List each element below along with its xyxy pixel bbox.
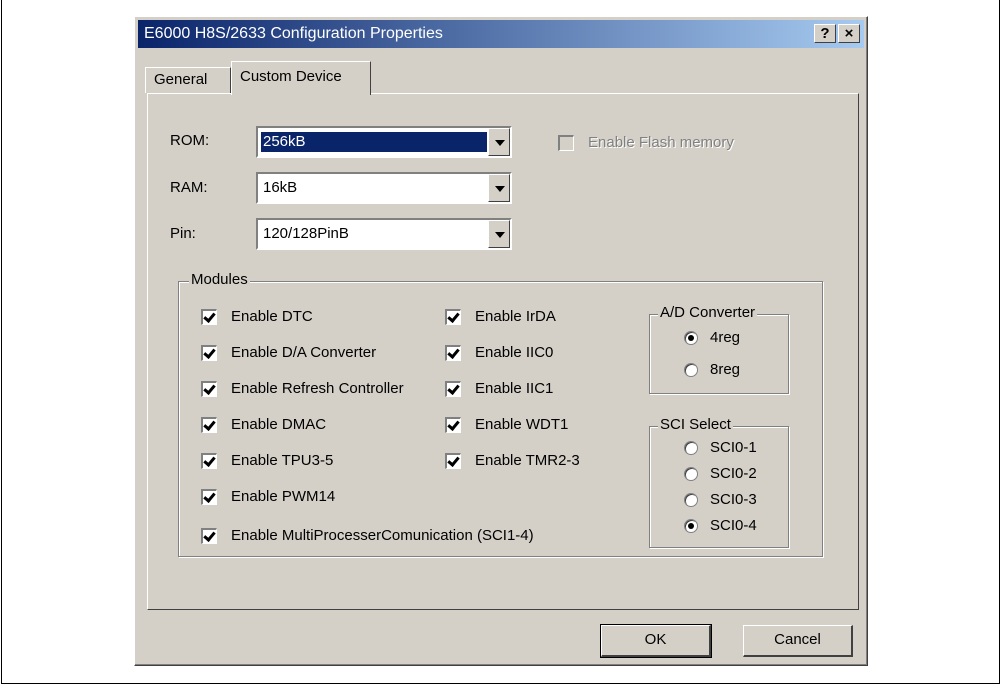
- sci01-label: SCI0-1: [710, 439, 757, 456]
- modules-group: Modules Enable DTC Enable D/A Converter …: [178, 271, 823, 557]
- ad-converter-title: A/D Converter: [658, 304, 758, 321]
- ad-4reg-label: 4reg: [710, 329, 741, 346]
- close-button[interactable]: ×: [838, 24, 860, 43]
- radio-selected-icon: [684, 330, 698, 345]
- refresh-controller-checkbox[interactable]: Enable Refresh Controller: [201, 380, 404, 397]
- iic0-label: Enable IIC0: [475, 344, 554, 361]
- da-label: Enable D/A Converter: [231, 344, 377, 361]
- pin-dropdown-arrow-icon[interactable]: [488, 220, 510, 248]
- sci04-label: SCI0-4: [710, 517, 757, 534]
- sci-select-group: SCI Select SCI0-1 SCI0-2 SCI0-3 SCI0-4: [649, 416, 789, 548]
- irda-checkbox[interactable]: Enable IrDA: [445, 308, 556, 325]
- dmac-check-icon: [201, 416, 217, 433]
- pin-label: Pin:: [170, 225, 196, 242]
- dtc-checkbox[interactable]: Enable DTC: [201, 308, 313, 325]
- cancel-button[interactable]: Cancel: [743, 625, 853, 657]
- sci03-radio[interactable]: SCI0-3: [684, 491, 757, 508]
- ad-converter-group: A/D Converter 4reg 8reg: [649, 304, 789, 394]
- pwm-check-icon: [201, 488, 217, 505]
- modules-title: Modules: [189, 271, 250, 288]
- irda-check-icon: [445, 308, 461, 325]
- tmr-check-icon: [445, 452, 461, 469]
- flash-label: Enable Flash memory: [588, 134, 734, 151]
- sci-select-title: SCI Select: [658, 416, 733, 433]
- tab-general[interactable]: General: [145, 67, 231, 93]
- pin-select[interactable]: 120/128PinB: [256, 218, 512, 250]
- ad-4reg-radio[interactable]: 4reg: [684, 329, 740, 346]
- pwm-label: Enable PWM14: [231, 488, 336, 505]
- da-converter-checkbox[interactable]: Enable D/A Converter: [201, 344, 376, 361]
- title-bar: E6000 H8S/2633 Configuration Properties …: [138, 20, 864, 48]
- sci02-label: SCI0-2: [710, 465, 757, 482]
- ad-8reg-label: 8reg: [710, 361, 741, 378]
- tpu-check-icon: [201, 452, 217, 469]
- multiprocessor-check-icon: [201, 527, 217, 544]
- radio-unselected-icon: [684, 466, 698, 481]
- flash-checkbox-box: [558, 134, 574, 151]
- multiprocessor-label: Enable MultiProcesserComunication (SCI1-…: [231, 527, 534, 544]
- iic1-label: Enable IIC1: [475, 380, 554, 397]
- tpu-checkbox[interactable]: Enable TPU3-5: [201, 452, 333, 469]
- sci01-radio[interactable]: SCI0-1: [684, 439, 757, 456]
- pwm-checkbox[interactable]: Enable PWM14: [201, 488, 335, 505]
- radio-unselected-icon: [684, 440, 698, 455]
- refresh-check-icon: [201, 380, 217, 397]
- rom-label: ROM:: [170, 132, 210, 149]
- sci02-radio[interactable]: SCI0-2: [684, 465, 757, 482]
- tmr-label: Enable TMR2-3: [475, 452, 580, 469]
- tab-panel: ROM: 256kB RAM: 16kB Pin: 120/128PinB En…: [147, 93, 859, 610]
- wdt1-check-icon: [445, 416, 461, 433]
- help-button[interactable]: ?: [814, 24, 836, 43]
- dtc-check-icon: [201, 308, 217, 325]
- iic1-check-icon: [445, 380, 461, 397]
- radio-selected-icon: [684, 518, 698, 533]
- window-title: E6000 H8S/2633 Configuration Properties: [144, 25, 443, 42]
- sci03-label: SCI0-3: [710, 491, 757, 508]
- da-check-icon: [201, 344, 217, 361]
- properties-dialog: E6000 H8S/2633 Configuration Properties …: [134, 16, 868, 666]
- wdt1-checkbox[interactable]: Enable WDT1: [445, 416, 568, 433]
- iic0-checkbox[interactable]: Enable IIC0: [445, 344, 553, 361]
- tmr-checkbox[interactable]: Enable TMR2-3: [445, 452, 580, 469]
- sci04-radio[interactable]: SCI0-4: [684, 517, 757, 534]
- ok-button[interactable]: OK: [600, 624, 712, 658]
- wdt1-label: Enable WDT1: [475, 416, 569, 433]
- ram-value: 16kB: [263, 179, 298, 196]
- ram-label: RAM:: [170, 179, 208, 196]
- rom-dropdown-arrow-icon[interactable]: [488, 128, 510, 156]
- pin-value: 120/128PinB: [263, 225, 349, 242]
- ram-dropdown-arrow-icon[interactable]: [488, 174, 510, 202]
- radio-unselected-icon: [684, 492, 698, 507]
- dmac-checkbox[interactable]: Enable DMAC: [201, 416, 326, 433]
- iic0-check-icon: [445, 344, 461, 361]
- dtc-label: Enable DTC: [231, 308, 313, 325]
- irda-label: Enable IrDA: [475, 308, 556, 325]
- refresh-label: Enable Refresh Controller: [231, 380, 404, 397]
- rom-select[interactable]: 256kB: [256, 126, 512, 158]
- dmac-label: Enable DMAC: [231, 416, 327, 433]
- iic1-checkbox[interactable]: Enable IIC1: [445, 380, 553, 397]
- ram-select[interactable]: 16kB: [256, 172, 512, 204]
- ad-8reg-radio[interactable]: 8reg: [684, 361, 740, 378]
- tpu-label: Enable TPU3-5: [231, 452, 334, 469]
- flash-checkbox[interactable]: Enable Flash memory: [558, 134, 734, 151]
- rom-value: 256kB: [261, 132, 487, 152]
- radio-unselected-icon: [684, 362, 698, 377]
- multiprocessor-checkbox[interactable]: Enable MultiProcesserComunication (SCI1-…: [201, 527, 534, 544]
- tab-custom-device[interactable]: Custom Device: [231, 61, 371, 95]
